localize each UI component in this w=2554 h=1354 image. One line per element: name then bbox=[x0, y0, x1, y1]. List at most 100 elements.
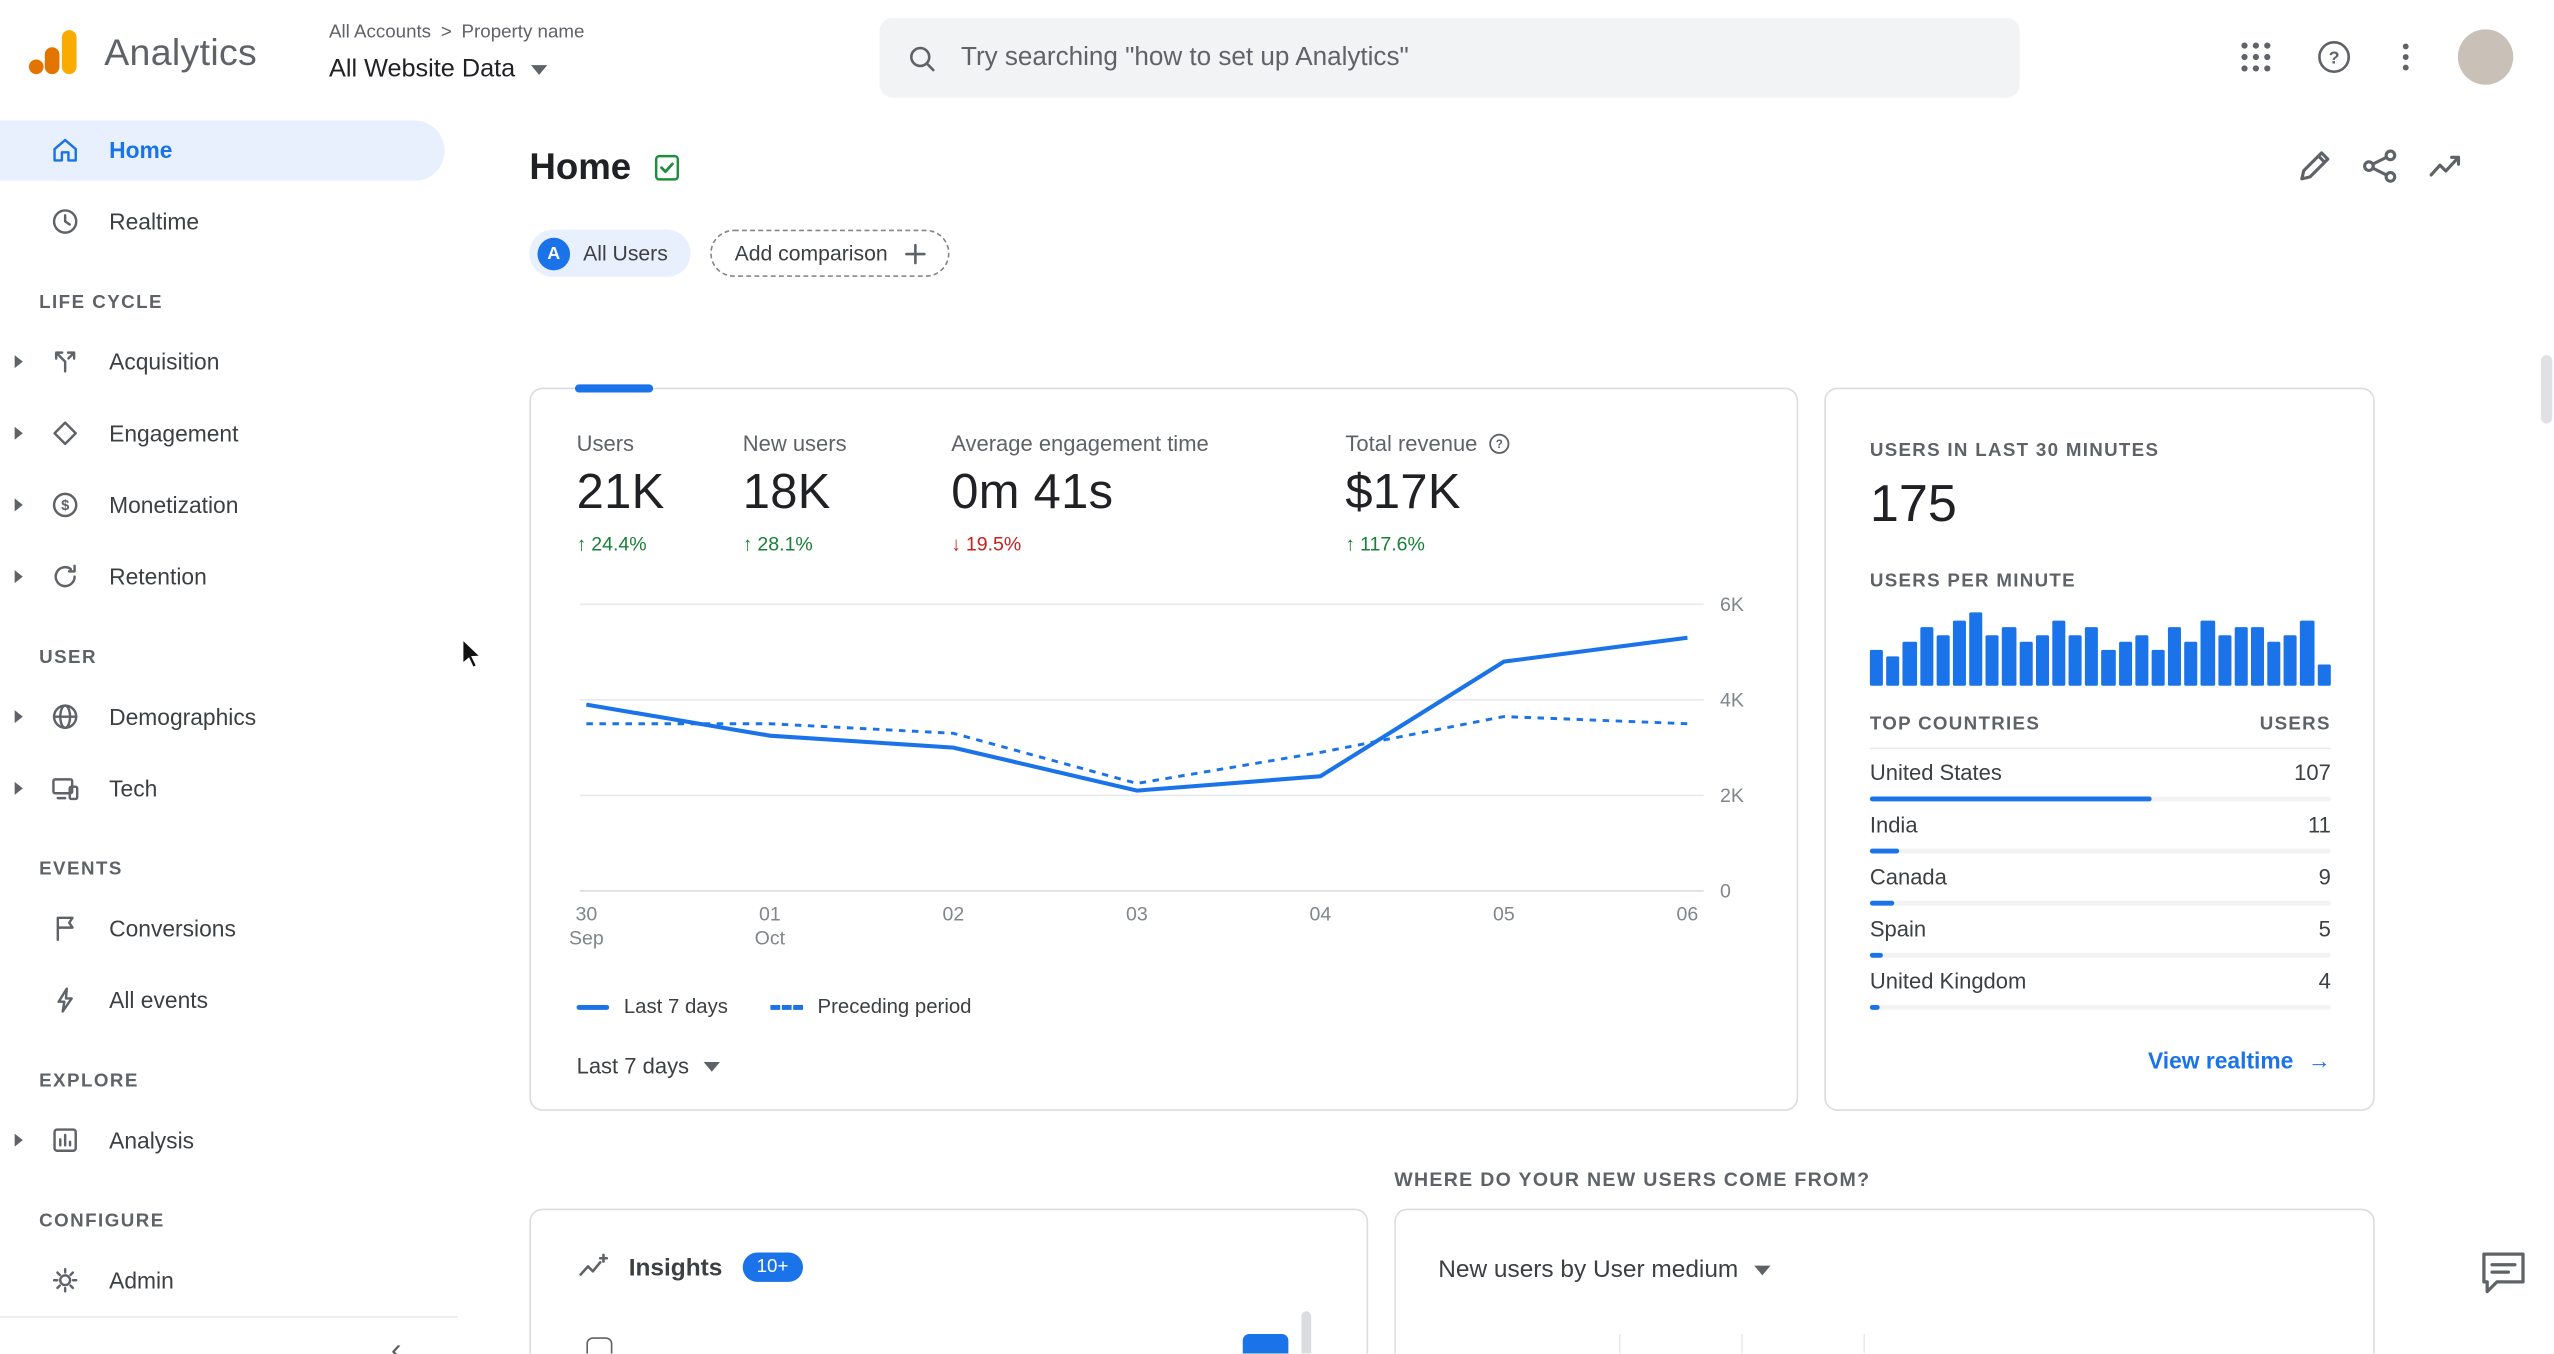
apps-grid-icon[interactable] bbox=[2236, 37, 2275, 76]
share-icon[interactable] bbox=[2360, 147, 2399, 186]
x-axis-tick-label: 01 Oct bbox=[755, 903, 786, 949]
trend-up-icon: ↑ bbox=[576, 532, 587, 556]
top-header: Analytics All Accounts > Property name A… bbox=[0, 0, 2554, 115]
minute-bar bbox=[2317, 663, 2331, 686]
series-line-solid bbox=[586, 635, 1688, 793]
metric-total-revenue[interactable]: Total revenue ? $17K ↑ 117.6% bbox=[1345, 432, 1511, 556]
home-icon bbox=[53, 138, 77, 162]
search-bar bbox=[879, 17, 2020, 98]
sidebar-item-home[interactable]: Home bbox=[0, 119, 445, 180]
table-column-divider bbox=[1741, 1333, 1743, 1354]
legend-label: Preceding period bbox=[817, 995, 972, 1018]
new-users-question: WHERE DO YOUR NEW USERS COME FROM? bbox=[1394, 1167, 1871, 1191]
minute-bar bbox=[2201, 619, 2215, 686]
sidebar-item-demographics[interactable]: Demographics bbox=[0, 681, 458, 753]
trend-up-icon: ↑ bbox=[1345, 532, 1356, 556]
y-axis-tick-label: 0 bbox=[1720, 880, 1731, 902]
sidebar-item-analysis[interactable]: Analysis bbox=[0, 1104, 458, 1176]
sidebar-item-tech[interactable]: Tech bbox=[0, 753, 458, 825]
country-bar bbox=[1869, 900, 1894, 906]
sidebar-item-monetization[interactable]: $ Monetization bbox=[0, 469, 458, 541]
sidebar-item-all-events[interactable]: All events bbox=[0, 964, 458, 1036]
breadcrumb-root[interactable]: All Accounts bbox=[329, 23, 431, 43]
analytics-logo-icon bbox=[28, 30, 77, 75]
sidebar-item-retention[interactable]: Retention bbox=[0, 541, 458, 613]
metric-users[interactable]: Users 21K ↑ 24.4% bbox=[577, 432, 665, 556]
sidebar-item-admin[interactable]: Admin bbox=[0, 1244, 458, 1316]
sidebar-divider bbox=[0, 1316, 458, 1318]
insights-toggle-icon[interactable] bbox=[2425, 147, 2464, 186]
logo[interactable]: Analytics bbox=[23, 23, 257, 82]
expand-arrow-icon[interactable] bbox=[14, 710, 23, 724]
customize-report-icon[interactable] bbox=[2295, 147, 2334, 186]
minute-bar bbox=[1869, 649, 1884, 686]
add-comparison-button[interactable]: Add comparison bbox=[710, 229, 950, 277]
minute-bar bbox=[1969, 612, 1983, 686]
sidebar-item-conversions[interactable]: Conversions bbox=[0, 893, 458, 965]
insights-card: Insights 10+ bbox=[529, 1208, 1369, 1354]
minute-bar bbox=[2234, 627, 2248, 686]
metric-engagement-time[interactable]: Average engagement time 0m 41s ↓ 19.5% bbox=[951, 432, 1209, 556]
expand-arrow-icon[interactable] bbox=[14, 570, 23, 584]
expand-arrow-icon[interactable] bbox=[14, 355, 23, 369]
sidebar-item-acquisition[interactable]: Acquisition bbox=[0, 326, 458, 398]
y-axis-tick-label: 4K bbox=[1720, 689, 1744, 711]
minute-bar bbox=[1936, 634, 1950, 686]
expand-arrow-icon[interactable] bbox=[14, 498, 23, 512]
all-users-label: All Users bbox=[583, 241, 668, 266]
minute-bar bbox=[2052, 619, 2066, 686]
sidebar-item-label: Monetization bbox=[109, 491, 239, 518]
new-users-card-title: New users by User medium bbox=[1438, 1255, 1739, 1284]
sidebar-item-label: Analysis bbox=[109, 1127, 195, 1154]
sidebar-section-lifecycle: LIFE CYCLE bbox=[39, 293, 164, 313]
view-realtime-link[interactable]: View realtime → bbox=[2148, 1047, 2331, 1073]
help-icon[interactable]: ? bbox=[2315, 37, 2354, 76]
legend-label: Last 7 days bbox=[623, 995, 728, 1018]
all-users-chip[interactable]: A All Users bbox=[529, 229, 691, 277]
sidebar-nav: Home Realtime LIFE CYCLE Acquisition Eng… bbox=[0, 114, 458, 1354]
feedback-chat-button[interactable] bbox=[2476, 1248, 2531, 1300]
y-axis-tick-label: 2K bbox=[1720, 785, 1744, 807]
chevron-down-icon bbox=[531, 65, 548, 75]
x-axis-tick-label: 06 bbox=[1677, 903, 1699, 925]
collapse-sidebar-icon[interactable]: ‹ bbox=[391, 1332, 402, 1354]
sidebar-item-engagement[interactable]: Engagement bbox=[0, 397, 458, 469]
bolt-icon bbox=[57, 987, 73, 1013]
minute-bar bbox=[2184, 641, 2198, 686]
expand-arrow-icon[interactable] bbox=[14, 426, 23, 440]
country-bar bbox=[1869, 1004, 1881, 1010]
insights-scrollbar[interactable] bbox=[1301, 1311, 1312, 1354]
minute-bar bbox=[2035, 634, 2049, 686]
minute-bar bbox=[2018, 641, 2033, 686]
more-options-icon[interactable] bbox=[2386, 37, 2425, 76]
report-actions bbox=[2295, 147, 2464, 186]
minute-bar bbox=[1985, 634, 2000, 686]
x-axis-tick-label: 04 bbox=[1310, 903, 1332, 925]
sidebar-item-label: Retention bbox=[109, 563, 207, 590]
page-scrollbar-thumb[interactable] bbox=[2540, 355, 2553, 424]
new-users-card-title-dropdown[interactable]: New users by User medium bbox=[1438, 1255, 1771, 1284]
minute-bar bbox=[2068, 634, 2082, 686]
property-selector[interactable]: All Website Data bbox=[329, 55, 548, 84]
help-tooltip-icon[interactable]: ? bbox=[1487, 432, 1511, 456]
svg-text:?: ? bbox=[2329, 48, 2340, 68]
new-users-card: New users by User medium bbox=[1394, 1208, 2375, 1354]
metric-new-users[interactable]: New users 18K ↑ 28.1% bbox=[743, 432, 847, 556]
expand-arrow-icon[interactable] bbox=[14, 1133, 23, 1147]
analysis-chart-icon bbox=[53, 1128, 77, 1152]
breadcrumb-current[interactable]: Property name bbox=[462, 23, 585, 43]
minute-bar bbox=[2217, 634, 2232, 686]
user-avatar[interactable] bbox=[2457, 29, 2514, 85]
country-row: United Kingdom 4 bbox=[1869, 969, 2331, 1010]
minute-bar bbox=[2168, 627, 2182, 686]
sidebar-item-label: Tech bbox=[109, 775, 158, 802]
arrow-right-icon: → bbox=[2308, 1047, 2331, 1074]
expand-arrow-icon[interactable] bbox=[14, 781, 23, 795]
engagement-icon bbox=[53, 421, 77, 446]
minute-bar bbox=[2284, 634, 2298, 686]
date-range-selector[interactable]: Last 7 days bbox=[577, 1054, 721, 1078]
search-input[interactable] bbox=[960, 43, 1994, 73]
country-row: Spain 5 bbox=[1869, 917, 2331, 958]
x-axis-tick-label: 30 Sep bbox=[569, 903, 604, 949]
sidebar-item-realtime[interactable]: Realtime bbox=[0, 186, 458, 258]
